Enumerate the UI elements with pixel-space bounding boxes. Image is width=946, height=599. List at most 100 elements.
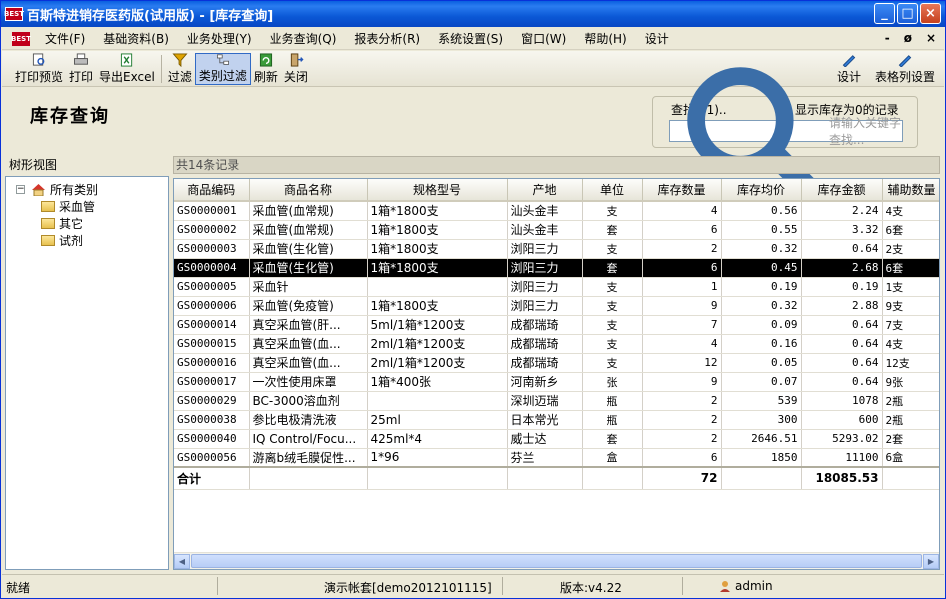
table-cell[interactable]: 300 bbox=[721, 410, 802, 430]
table-cell[interactable]: 2瓶 bbox=[882, 410, 939, 430]
table-cell[interactable]: 成都瑞琦 bbox=[507, 334, 583, 354]
table-cell[interactable]: 2套 bbox=[882, 429, 939, 449]
table-cell[interactable]: 1箱*1800支 bbox=[367, 296, 508, 316]
table-row[interactable]: GS0000005 采血针 浏阳三力支 1 0.19 0.19 1支 bbox=[174, 277, 939, 297]
table-cell[interactable]: 1箱*1800支 bbox=[367, 220, 508, 240]
table-cell[interactable]: 2 bbox=[642, 239, 722, 259]
table-cell[interactable]: 成都瑞琦 bbox=[507, 315, 583, 335]
table-cell[interactable] bbox=[367, 391, 508, 411]
table-cell[interactable]: 采血管(血常规) bbox=[249, 201, 368, 221]
table-cell[interactable]: 支 bbox=[582, 315, 643, 335]
table-cell[interactable]: 425ml*4 bbox=[367, 429, 508, 449]
table-cell[interactable]: 芬兰 bbox=[507, 448, 583, 468]
table-cell[interactable]: 6套 bbox=[882, 220, 939, 240]
table-cell[interactable]: GS0000002 bbox=[174, 220, 250, 240]
menu-business[interactable]: 业务处理(Y) bbox=[178, 29, 261, 49]
table-cell[interactable]: 2ml/1箱*1200支 bbox=[367, 353, 508, 373]
table-cell[interactable]: 1*96 bbox=[367, 448, 508, 468]
table-cell[interactable]: 1箱*1800支 bbox=[367, 201, 508, 221]
table-cell[interactable]: 0.45 bbox=[721, 258, 802, 278]
table-cell[interactable]: 600 bbox=[801, 410, 883, 430]
table-cell[interactable]: 2646.51 bbox=[721, 429, 802, 449]
table-row[interactable]: GS0000029 BC-3000溶血剂 深圳迈瑞瓶 2 539 1078 2瓶 bbox=[174, 391, 939, 411]
table-cell[interactable]: 河南新乡 bbox=[507, 372, 583, 392]
table-cell[interactable]: 真空采血管(血... bbox=[249, 334, 368, 354]
table-row[interactable]: GS0000001 采血管(血常规) 1箱*1800支 汕头金丰支 4 0.56 2.24 4… bbox=[174, 201, 939, 221]
export-excel-button[interactable]: 导出Excel bbox=[96, 52, 158, 85]
table-cell[interactable]: 日本常光 bbox=[507, 410, 583, 430]
table-cell[interactable]: 6套 bbox=[882, 258, 939, 278]
table-cell[interactable]: 汕头金丰 bbox=[507, 201, 583, 221]
table-cell[interactable]: 2ml/1箱*1200支 bbox=[367, 334, 508, 354]
table-cell[interactable]: GS0000004 bbox=[174, 258, 250, 278]
table-cell[interactable]: 6 bbox=[642, 220, 722, 240]
table-cell[interactable]: 采血管(血常规) bbox=[249, 220, 368, 240]
tree-item-blood-tube[interactable]: 采血管 bbox=[6, 198, 168, 215]
menu-basic-data[interactable]: 基础资料(B) bbox=[94, 29, 178, 49]
table-cell[interactable]: 12 bbox=[642, 353, 722, 373]
table-cell[interactable]: 0.32 bbox=[721, 296, 802, 316]
table-cell[interactable]: 1支 bbox=[882, 277, 939, 297]
table-cell[interactable]: 0.64 bbox=[801, 239, 883, 259]
mdi-restore-button[interactable]: ø bbox=[904, 31, 912, 45]
table-cell[interactable]: GS0000056 bbox=[174, 448, 250, 468]
table-cell[interactable]: 0.05 bbox=[721, 353, 802, 373]
column-header[interactable]: 辅助数量 bbox=[882, 179, 939, 202]
title-bar[interactable]: BEST 百斯特进销存医药版(试用版) - [库存查询] _ □ × bbox=[1, 1, 945, 27]
table-cell[interactable]: 2 bbox=[642, 410, 722, 430]
table-cell[interactable]: 2瓶 bbox=[882, 391, 939, 411]
table-cell[interactable]: 25ml bbox=[367, 410, 508, 430]
table-cell[interactable]: 1 bbox=[642, 277, 722, 297]
table-cell[interactable]: GS0000017 bbox=[174, 372, 250, 392]
column-header[interactable]: 单位 bbox=[582, 179, 643, 202]
table-cell[interactable]: 4 bbox=[642, 334, 722, 354]
table-cell[interactable]: 采血管(生化管) bbox=[249, 239, 368, 259]
table-cell[interactable]: 参比电极清洗液 bbox=[249, 410, 368, 430]
table-cell[interactable]: 瓶 bbox=[582, 391, 643, 411]
menu-window[interactable]: 窗口(W) bbox=[512, 29, 575, 49]
table-row[interactable]: GS0000040 IQ Control/Focu... 425ml*4 威士达套 2 2… bbox=[174, 429, 939, 449]
table-cell[interactable]: GS0000040 bbox=[174, 429, 250, 449]
table-cell[interactable]: GS0000038 bbox=[174, 410, 250, 430]
table-cell[interactable]: 7 bbox=[642, 315, 722, 335]
table-cell[interactable]: 盒 bbox=[582, 448, 643, 468]
table-cell[interactable]: 9 bbox=[642, 372, 722, 392]
scroll-left-button[interactable]: ◀ bbox=[174, 553, 190, 569]
table-row[interactable]: GS0000014 真空采血管(肝... 5ml/1箱*1200支 成都瑞琦支 7 0.0… bbox=[174, 315, 939, 335]
table-row[interactable]: GS0000003 采血管(生化管) 1箱*1800支 浏阳三力支 2 0.32 0.64 2… bbox=[174, 239, 939, 259]
table-cell[interactable]: 汕头金丰 bbox=[507, 220, 583, 240]
table-cell[interactable]: GS0000003 bbox=[174, 239, 250, 259]
table-cell[interactable]: 9 bbox=[642, 296, 722, 316]
table-cell[interactable]: GS0000015 bbox=[174, 334, 250, 354]
scroll-thumb[interactable] bbox=[191, 554, 922, 568]
table-cell[interactable]: 浏阳三力 bbox=[507, 239, 583, 259]
table-cell[interactable]: 12支 bbox=[882, 353, 939, 373]
table-row[interactable]: GS0000017 一次性使用床罩 1箱*400张 河南新乡张 9 0.07 0.64 9张 bbox=[174, 372, 939, 392]
table-cell[interactable]: 2.88 bbox=[801, 296, 883, 316]
table-cell[interactable]: 5293.02 bbox=[801, 429, 883, 449]
table-cell[interactable]: 1078 bbox=[801, 391, 883, 411]
table-cell[interactable]: 2.24 bbox=[801, 201, 883, 221]
minimize-button[interactable]: _ bbox=[874, 3, 895, 24]
column-header[interactable]: 商品名称 bbox=[249, 179, 368, 202]
table-cell[interactable]: 支 bbox=[582, 296, 643, 316]
table-cell[interactable]: 浏阳三力 bbox=[507, 277, 583, 297]
table-cell[interactable]: 1850 bbox=[721, 448, 802, 468]
search-input[interactable]: 请输入关键字查找... bbox=[669, 66, 903, 206]
column-header[interactable]: 库存金额 bbox=[801, 179, 883, 202]
column-header[interactable]: 商品编码 bbox=[174, 179, 250, 202]
table-cell[interactable]: 1箱*1800支 bbox=[367, 258, 508, 278]
column-header[interactable]: 库存数量 bbox=[642, 179, 722, 202]
table-cell[interactable]: 4 bbox=[642, 201, 722, 221]
table-cell[interactable]: 1箱*1800支 bbox=[367, 239, 508, 259]
table-cell[interactable]: 真空采血管(血... bbox=[249, 353, 368, 373]
table-cell[interactable]: 2 bbox=[642, 391, 722, 411]
table-cell[interactable]: 2.68 bbox=[801, 258, 883, 278]
table-cell[interactable]: 0.64 bbox=[801, 372, 883, 392]
table-row[interactable]: GS0000038 参比电极清洗液 25ml 日本常光瓶 2 300 600 2瓶 bbox=[174, 410, 939, 430]
menu-design[interactable]: 设计 bbox=[636, 29, 678, 49]
table-cell[interactable]: 真空采血管(肝... bbox=[249, 315, 368, 335]
table-cell[interactable]: GS0000005 bbox=[174, 277, 250, 297]
table-cell[interactable]: 一次性使用床罩 bbox=[249, 372, 368, 392]
table-cell[interactable]: 9支 bbox=[882, 296, 939, 316]
